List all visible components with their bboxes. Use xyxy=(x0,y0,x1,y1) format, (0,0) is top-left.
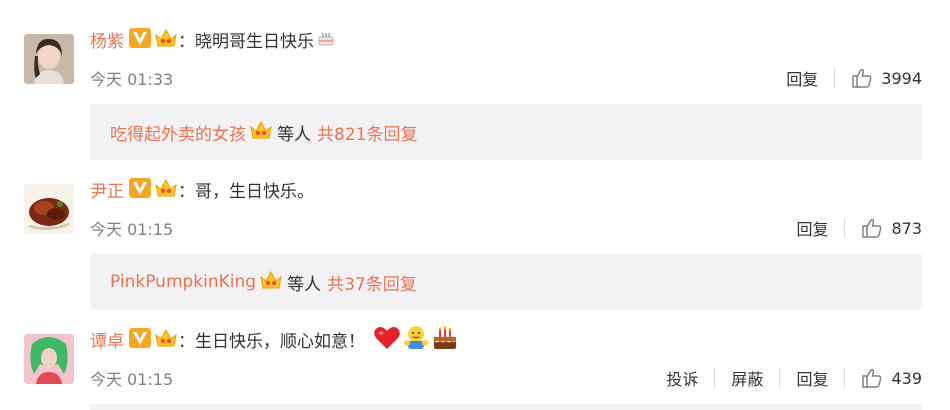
comment-text: 生日快乐，顺心如意！ xyxy=(195,332,365,352)
hug-emoji xyxy=(403,325,429,360)
reply-summary[interactable]: 吃得起外卖的女孩 等人 共821条回复 xyxy=(90,104,922,160)
comment-line: 谭卓 ： 生日快乐，顺心如意！ xyxy=(90,325,459,358)
like-count: 873 xyxy=(891,218,922,238)
separator: ： xyxy=(178,182,195,202)
verified-v-icon[interactable] xyxy=(129,177,151,207)
thumbs-up-icon xyxy=(852,68,872,88)
crown-member-icon[interactable] xyxy=(154,27,178,58)
comment-line: 杨紫 ： 晓明哥生日快乐 xyxy=(90,27,336,58)
crown-member-icon xyxy=(249,119,273,146)
comment-actions: 回复 873 xyxy=(780,216,922,240)
comment-actions: 回复 3994 xyxy=(770,66,922,90)
reply-button[interactable]: 回复 xyxy=(780,216,844,240)
comment-text: 晓明哥生日快乐 xyxy=(195,32,314,52)
avatar[interactable] xyxy=(24,184,74,234)
crown-member-icon xyxy=(259,269,283,296)
crown-member-icon[interactable] xyxy=(154,177,178,208)
verified-v-icon[interactable] xyxy=(129,327,151,357)
reply-user[interactable]: 吃得起外卖的女孩 xyxy=(110,120,246,145)
reply-etc: 等人 xyxy=(287,274,322,295)
comment-meta: 今天 01:15 回复 873 xyxy=(90,214,922,242)
cake-emoji xyxy=(431,325,459,360)
timestamp: 今天 01:15 xyxy=(90,370,174,389)
reply-summary[interactable]: PinkPumpkinKing 等人 共37条回复 xyxy=(90,254,922,310)
like-button[interactable]: 439 xyxy=(845,367,922,389)
comment-actions: 投诉 屏蔽 回复 439 xyxy=(650,366,922,390)
reply-button[interactable]: 回复 xyxy=(780,366,844,390)
avatar[interactable] xyxy=(24,34,74,84)
username[interactable]: 尹正 xyxy=(90,178,124,206)
separator: ： xyxy=(178,32,195,52)
username[interactable]: 杨紫 xyxy=(90,28,124,56)
separator: ： xyxy=(178,332,195,352)
report-button[interactable]: 投诉 xyxy=(650,366,714,390)
comment-line: 尹正 ： 哥，生日快乐。 xyxy=(90,177,314,208)
cake-emoji xyxy=(316,28,336,57)
reply-user[interactable]: PinkPumpkinKing xyxy=(110,272,256,292)
comment-list: 杨紫 ： 晓明哥生日快乐 今天 01:33 回复 3994 吃得起外卖的女孩 等… xyxy=(0,0,950,410)
reply-etc: 等人 xyxy=(277,124,311,145)
like-button[interactable]: 873 xyxy=(845,217,922,239)
reply-total-link[interactable]: 共821条回复 xyxy=(317,120,417,145)
reply-summary-edge xyxy=(90,404,922,410)
block-button[interactable]: 屏蔽 xyxy=(715,366,779,390)
comment-meta: 今天 01:15 投诉 屏蔽 回复 439 xyxy=(90,364,922,392)
reply-button[interactable]: 回复 xyxy=(770,66,834,90)
like-count: 439 xyxy=(891,368,922,388)
like-count: 3994 xyxy=(881,68,922,88)
timestamp: 今天 01:15 xyxy=(90,220,174,239)
thumbs-up-icon xyxy=(862,368,882,388)
thumbs-up-icon xyxy=(862,218,882,238)
comment-text: 哥，生日快乐。 xyxy=(195,182,314,202)
crown-member-icon[interactable] xyxy=(154,327,178,358)
comment-meta: 今天 01:33 回复 3994 xyxy=(90,64,922,92)
reply-total-link[interactable]: 共37条回复 xyxy=(327,270,417,295)
username[interactable]: 谭卓 xyxy=(90,328,124,356)
like-button[interactable]: 3994 xyxy=(835,67,922,89)
heart-emoji xyxy=(373,325,401,360)
timestamp: 今天 01:33 xyxy=(90,70,174,89)
avatar[interactable] xyxy=(24,334,74,384)
verified-v-icon[interactable] xyxy=(129,27,151,57)
